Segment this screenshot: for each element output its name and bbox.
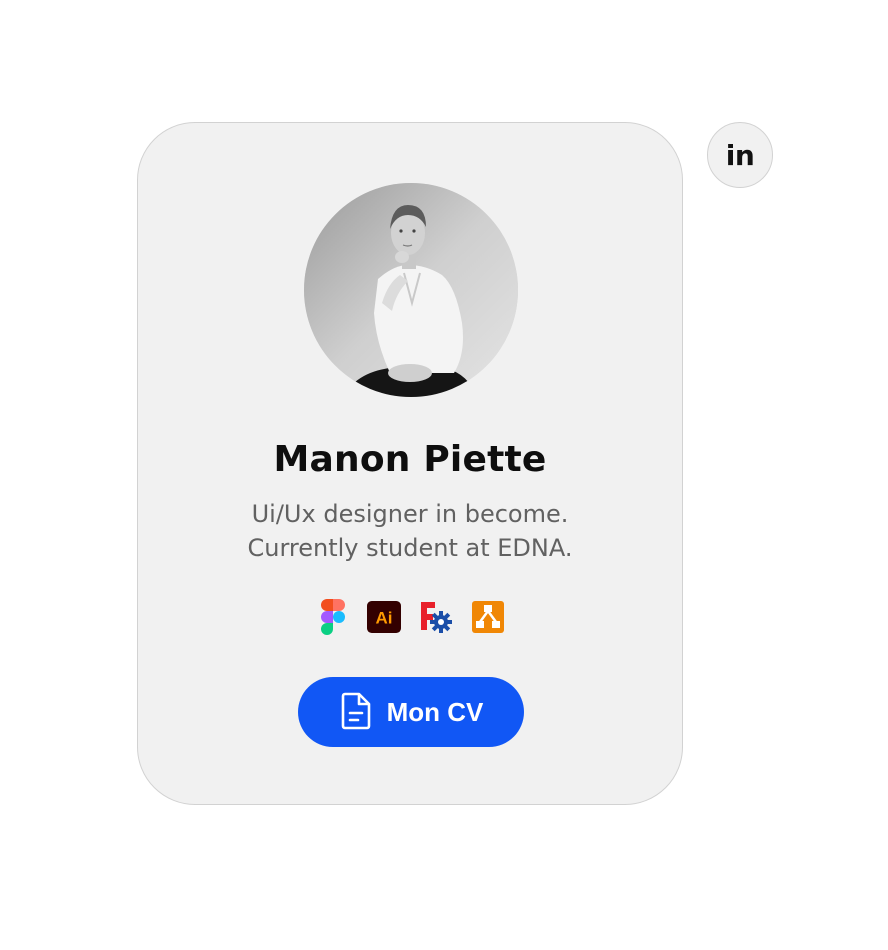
bio-line-2: Currently student at EDNA. (247, 534, 573, 562)
document-icon (339, 692, 373, 733)
cv-button[interactable]: Mon CV (298, 677, 524, 747)
cv-button-label: Mon CV (386, 696, 484, 727)
profile-photo (304, 183, 518, 397)
profile-name: Manon Piette (273, 439, 547, 480)
adobe-illustrator-icon: Ai (367, 600, 401, 634)
svg-text:Ai: Ai (376, 609, 393, 628)
bio-line-1: Ui/Ux designer in become. (251, 500, 569, 528)
tools-list: Ai (321, 599, 505, 635)
profile-bio: Ui/Ux designer in become. Currently stud… (138, 497, 682, 565)
avatar (304, 183, 518, 397)
drawio-icon (471, 600, 505, 634)
linkedin-icon: in (725, 138, 755, 172)
jetbrains-fleet-icon (419, 600, 453, 634)
figma-icon (321, 599, 345, 635)
linkedin-button[interactable]: in (707, 122, 773, 188)
profile-card: Manon Piette Ui/Ux designer in become. C… (137, 122, 683, 805)
page: Manon Piette Ui/Ux designer in become. C… (0, 0, 888, 950)
